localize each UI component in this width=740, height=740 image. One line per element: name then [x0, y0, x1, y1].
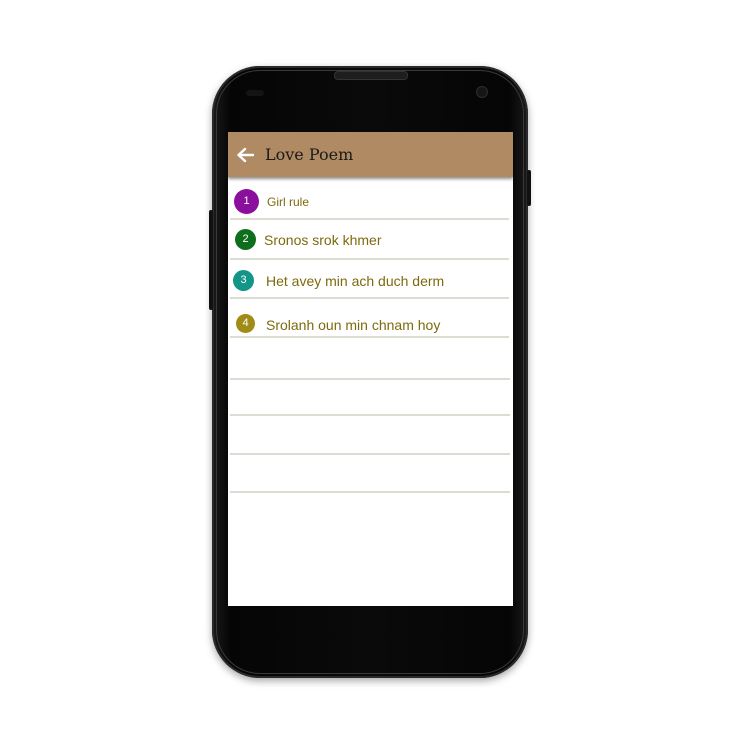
list-item[interactable]: 4 Srolanh oun min chnam hoy — [230, 299, 509, 338]
divider — [230, 491, 510, 493]
volume-button — [209, 210, 213, 310]
arrow-left-icon[interactable] — [236, 147, 254, 163]
list-item-title: Sronos srok khmer — [264, 232, 382, 248]
earpiece-speaker — [334, 71, 408, 80]
power-button — [527, 170, 531, 206]
number-badge: 2 — [235, 229, 256, 250]
divider — [230, 378, 510, 380]
page-title: Love Poem — [265, 145, 354, 164]
list-item-title: Girl rule — [267, 195, 310, 209]
list-item-title: Het avey min ach duch derm — [266, 273, 445, 289]
number-badge: 3 — [233, 270, 254, 291]
list-item-title: Srolanh oun min chnam hoy — [266, 317, 441, 333]
list-item[interactable]: 3 Het avey min ach duch derm — [230, 260, 509, 299]
number-badge: 4 — [236, 314, 255, 333]
list-item[interactable]: 1 Girl rule — [230, 177, 509, 220]
app-bar: Love Poem — [228, 132, 513, 177]
front-camera-icon — [476, 86, 488, 98]
divider — [230, 414, 510, 416]
list-item[interactable]: 2 Sronos srok khmer — [230, 220, 509, 260]
number-badge: 1 — [234, 189, 259, 214]
divider — [230, 453, 510, 455]
app-screen: Love Poem 1 Girl rule 2 Sronos srok khme… — [228, 132, 513, 606]
proximity-sensor — [246, 90, 264, 96]
